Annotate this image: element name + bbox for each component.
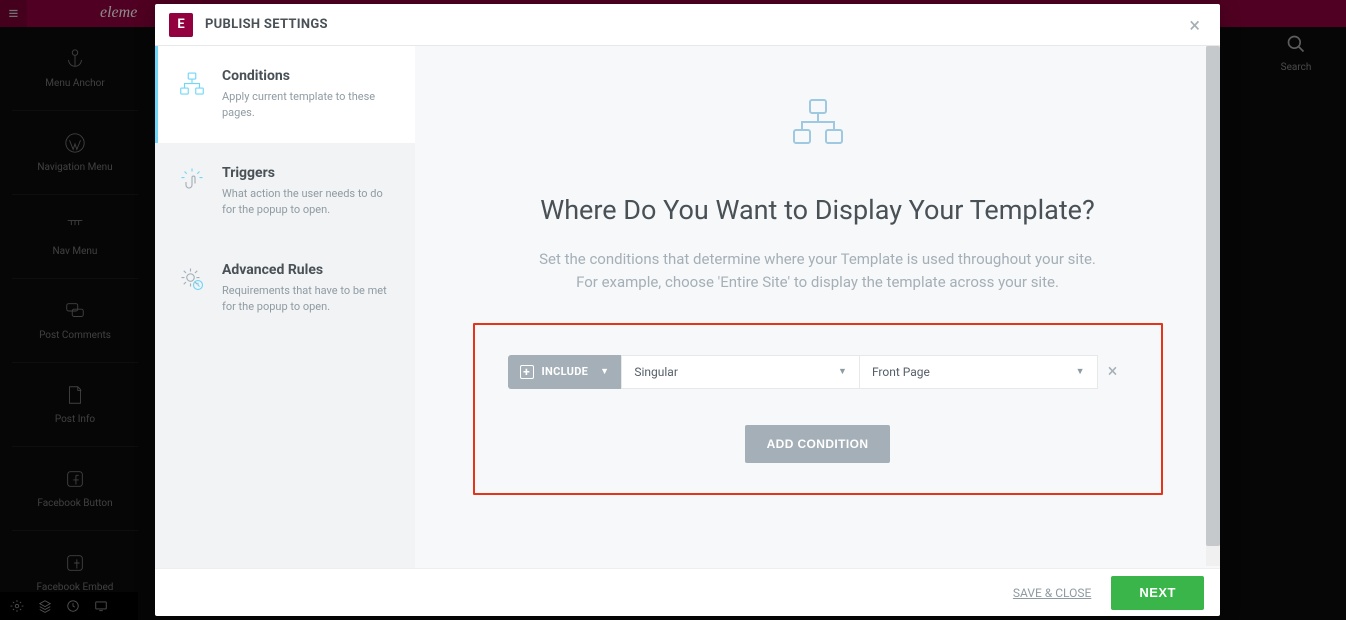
- sidebar-item-title: Advanced Rules: [222, 262, 395, 278]
- main-heading: Where Do You Want to Display Your Templa…: [540, 194, 1095, 226]
- close-icon: ×: [1108, 361, 1118, 382]
- scrollbar[interactable]: [1206, 46, 1220, 566]
- next-button[interactable]: NEXT: [1111, 576, 1204, 610]
- modal-header: E PUBLISH SETTINGS ×: [155, 4, 1220, 46]
- advanced-rules-icon: [176, 262, 208, 315]
- sidebar-item-advanced-rules[interactable]: Advanced Rules Requirements that have to…: [155, 240, 415, 337]
- settings-sidebar: Conditions Apply current template to the…: [155, 46, 415, 568]
- main-subtitle-2: For example, choose 'Entire Site' to dis…: [576, 271, 1059, 294]
- modal-body: Conditions Apply current template to the…: [155, 46, 1220, 568]
- hierarchy-icon: [790, 98, 846, 152]
- scope-value: Singular: [634, 365, 678, 379]
- sidebar-item-title: Triggers: [222, 165, 395, 181]
- chevron-down-icon: ▼: [600, 366, 609, 377]
- scrollbar-thumb[interactable]: [1206, 46, 1220, 546]
- chevron-down-icon: ▼: [838, 366, 847, 377]
- plus-icon: +: [520, 365, 534, 379]
- remove-condition-button[interactable]: ×: [1098, 361, 1128, 382]
- chevron-down-icon: ▼: [1076, 366, 1085, 377]
- sidebar-item-desc: Apply current template to these pages.: [222, 89, 395, 121]
- sidebar-item-triggers[interactable]: Triggers What action the user needs to d…: [155, 143, 415, 240]
- save-and-close-link[interactable]: SAVE & CLOSE: [1013, 586, 1091, 600]
- triggers-icon: [176, 165, 208, 218]
- sidebar-item-title: Conditions: [222, 68, 395, 84]
- conditions-area: + INCLUDE ▼ Singular ▼ Front Page ▼ ×: [473, 323, 1163, 495]
- main-subtitle-1: Set the conditions that determine where …: [539, 248, 1096, 271]
- sidebar-item-conditions[interactable]: Conditions Apply current template to the…: [155, 46, 415, 143]
- main-panel: Where Do You Want to Display Your Templa…: [415, 46, 1220, 568]
- close-icon: ×: [1189, 13, 1200, 37]
- condition-row: + INCLUDE ▼ Singular ▼ Front Page ▼ ×: [508, 355, 1128, 389]
- sidebar-item-desc: What action the user needs to do for the…: [222, 186, 395, 218]
- condition-scope-select[interactable]: Singular ▼: [621, 355, 860, 389]
- publish-settings-modal: E PUBLISH SETTINGS × Conditions Apply cu…: [155, 4, 1220, 616]
- include-exclude-select[interactable]: + INCLUDE ▼: [508, 355, 622, 389]
- target-value: Front Page: [872, 365, 930, 379]
- add-condition-button[interactable]: ADD CONDITION: [745, 425, 891, 463]
- modal-footer: SAVE & CLOSE NEXT: [155, 568, 1220, 616]
- modal-title: PUBLISH SETTINGS: [205, 17, 328, 32]
- close-button[interactable]: ×: [1183, 11, 1206, 39]
- include-label: INCLUDE: [542, 365, 589, 378]
- condition-target-select[interactable]: Front Page ▼: [860, 355, 1098, 389]
- elementor-badge-icon: E: [169, 13, 193, 37]
- sidebar-item-desc: Requirements that have to be met for the…: [222, 283, 395, 315]
- conditions-icon: [176, 68, 208, 121]
